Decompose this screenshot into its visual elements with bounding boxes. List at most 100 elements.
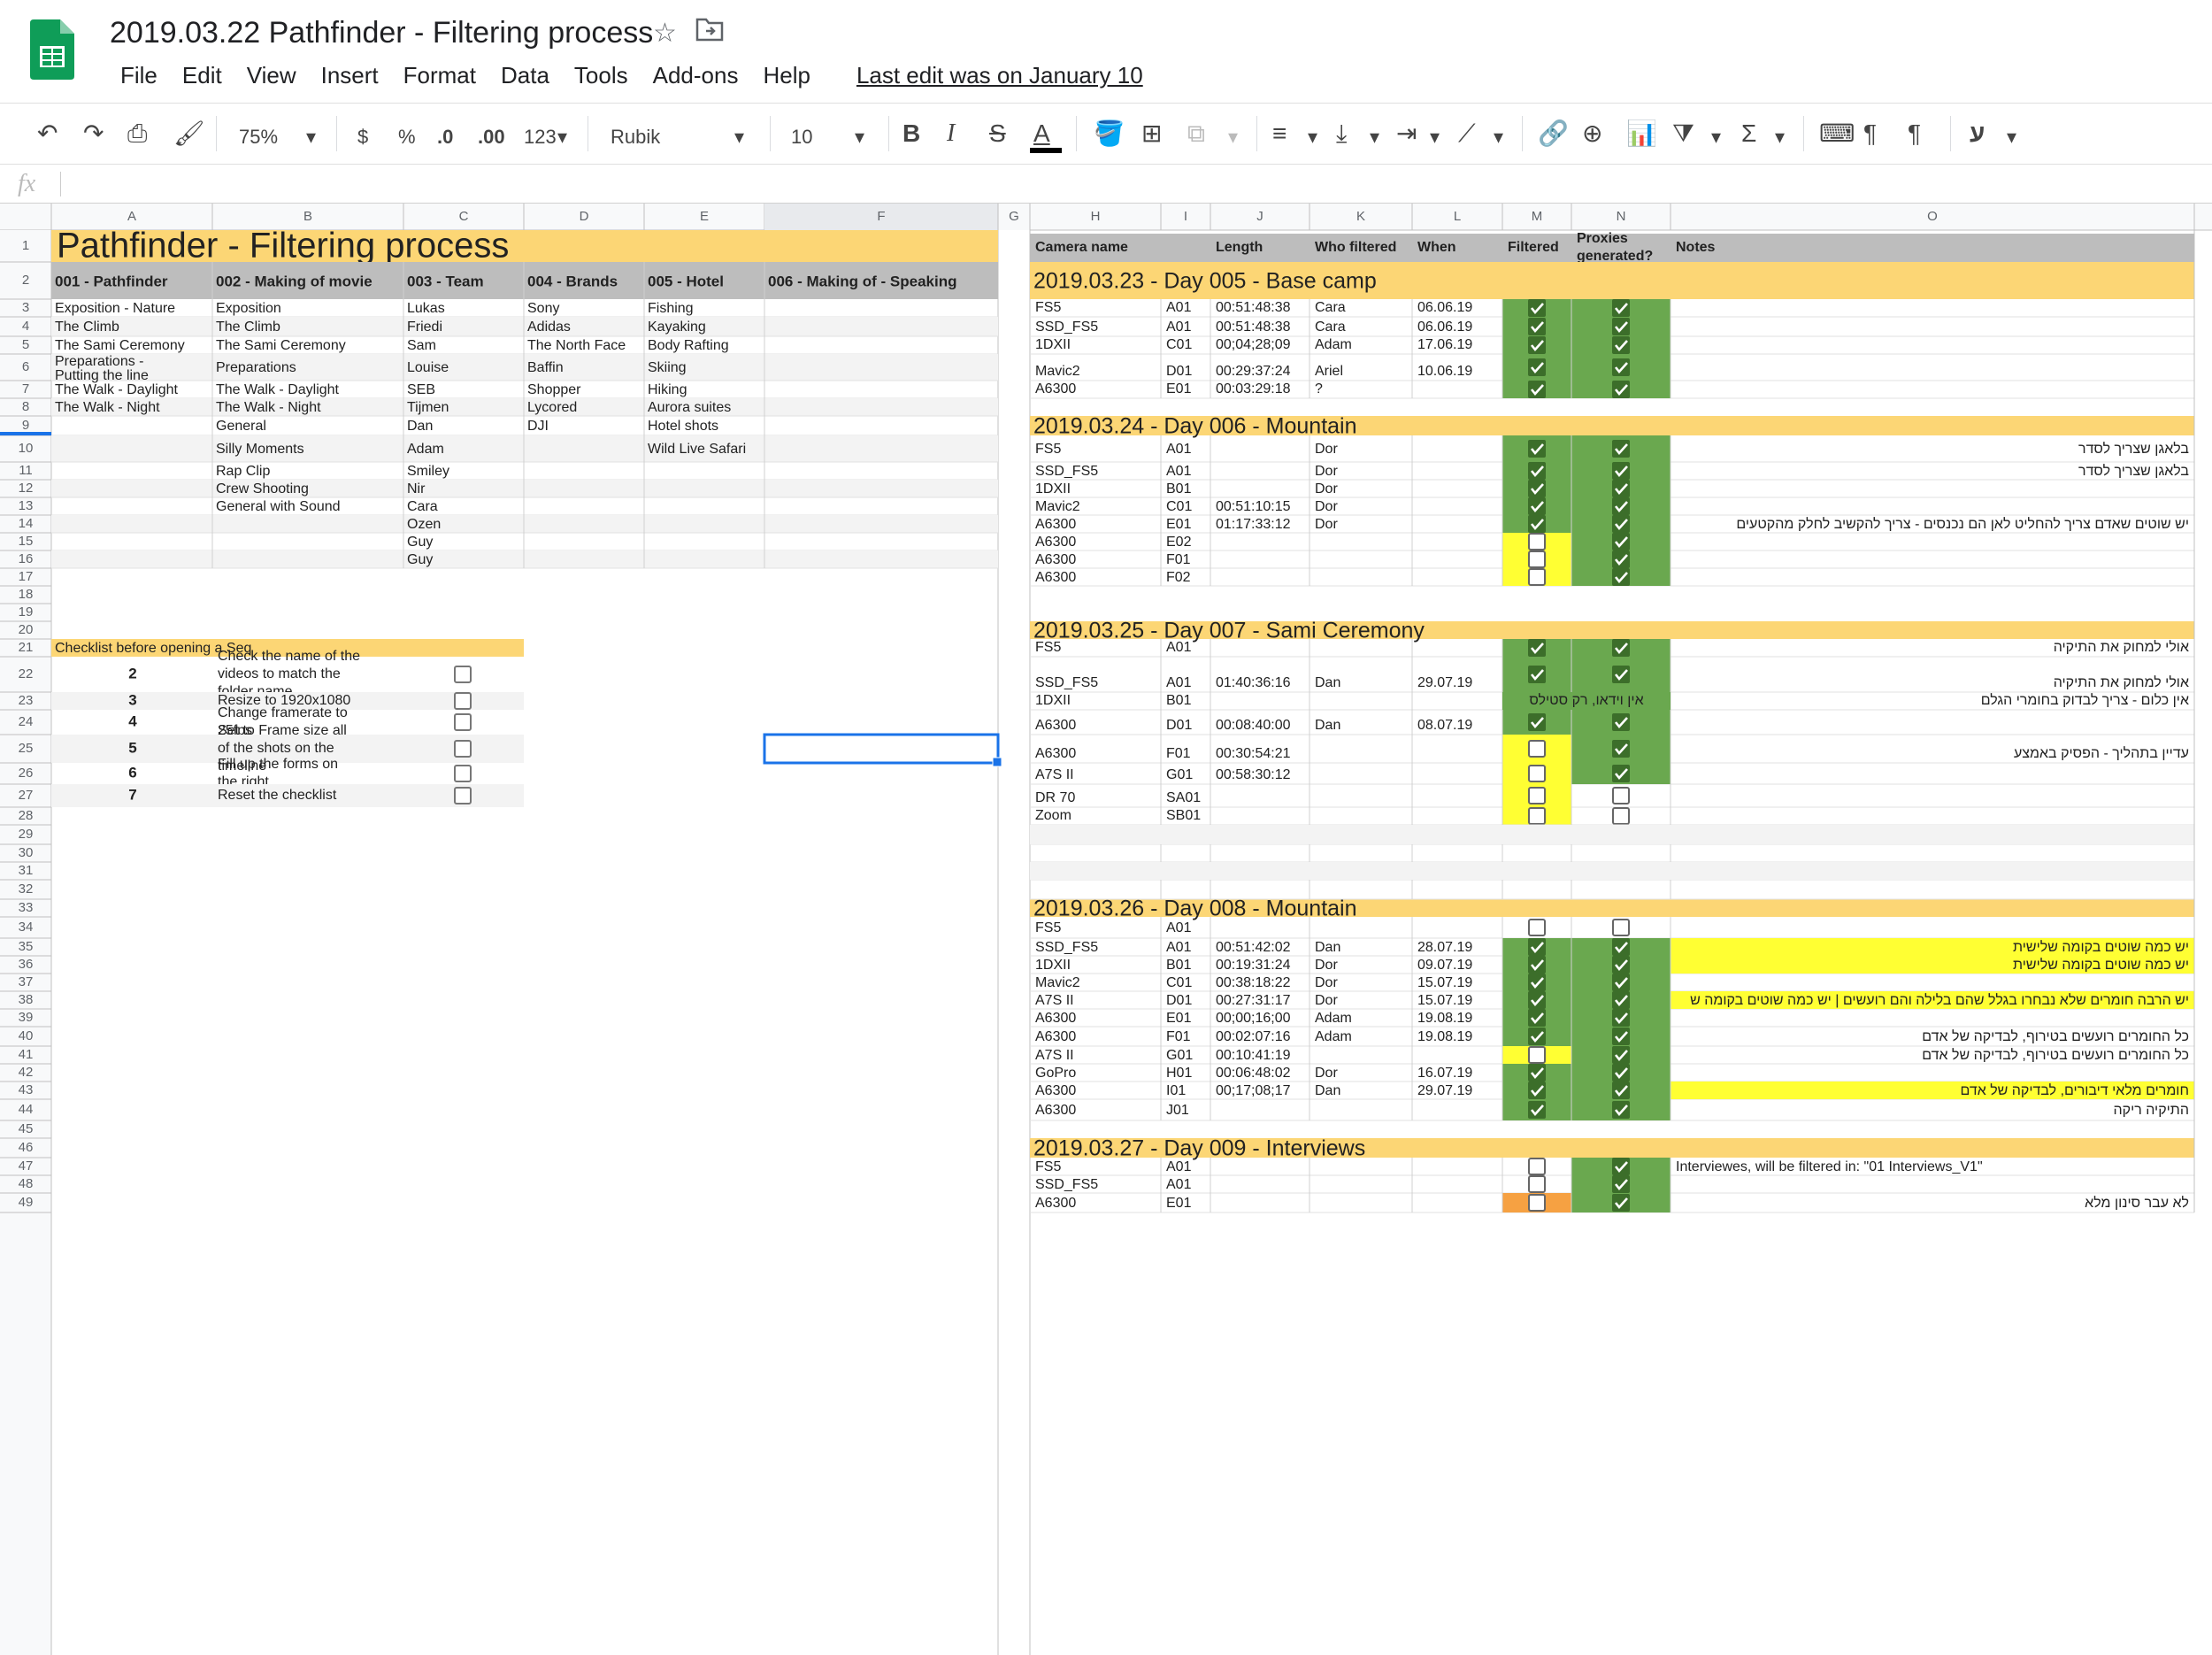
percent-format-button[interactable]: %: [398, 121, 416, 153]
checked-checkbox[interactable]: [1528, 639, 1546, 657]
checked-checkbox[interactable]: [1528, 938, 1546, 956]
merge-cells-icon[interactable]: ⧉: [1187, 118, 1205, 150]
unchecked-checkbox[interactable]: [1528, 550, 1546, 568]
print-icon[interactable]: ⎙: [127, 118, 147, 150]
text-wrapping-icon[interactable]: ⇥: [1396, 118, 1417, 150]
checked-checkbox[interactable]: [1612, 666, 1630, 683]
chevron-down-icon[interactable]: ▾: [855, 121, 864, 153]
borders-icon[interactable]: ⊞: [1141, 118, 1162, 150]
checked-checkbox[interactable]: [1612, 1028, 1630, 1045]
unchecked-checkbox[interactable]: [1612, 787, 1630, 804]
checked-checkbox[interactable]: [1612, 1046, 1630, 1064]
chevron-down-icon[interactable]: ▾: [2007, 121, 2016, 153]
checklist-checkbox[interactable]: [454, 765, 472, 782]
filter-icon[interactable]: ⧩: [1672, 118, 1694, 150]
fill-color-icon[interactable]: 🪣: [1094, 118, 1125, 150]
checked-checkbox[interactable]: [1528, 713, 1546, 731]
checked-checkbox[interactable]: [1612, 740, 1630, 758]
bold-icon[interactable]: B: [902, 118, 920, 150]
checklist-checkbox[interactable]: [454, 787, 472, 804]
chevron-down-icon[interactable]: ▾: [1711, 121, 1721, 153]
checked-checkbox[interactable]: [1612, 1194, 1630, 1212]
hebrew-input-icon[interactable]: ע: [1970, 118, 1985, 150]
last-edit-link[interactable]: Last edit was on January 10: [844, 62, 1156, 92]
chevron-down-icon[interactable]: ▾: [1308, 121, 1317, 153]
checked-checkbox[interactable]: [1528, 318, 1546, 335]
fill-handle[interactable]: [992, 757, 1002, 767]
checked-checkbox[interactable]: [1612, 1158, 1630, 1175]
document-title[interactable]: 2019.03.22 Pathfinder - Filtering proces…: [110, 16, 653, 50]
checked-checkbox[interactable]: [1612, 765, 1630, 782]
checked-checkbox[interactable]: [1528, 956, 1546, 974]
unchecked-checkbox[interactable]: [1528, 1194, 1546, 1212]
menu-edit[interactable]: Edit: [170, 62, 234, 92]
menu-data[interactable]: Data: [488, 62, 562, 92]
checked-checkbox[interactable]: [1528, 358, 1546, 376]
move-folder-icon[interactable]: [695, 16, 724, 49]
rtl-icon[interactable]: ¶: [1908, 118, 1921, 150]
insert-comment-icon[interactable]: ⊕: [1582, 118, 1602, 150]
paint-format-icon[interactable]: 🖌: [173, 118, 205, 150]
undo-icon[interactable]: ↶: [37, 118, 58, 150]
font-family-select[interactable]: Rubik: [611, 121, 660, 153]
checked-checkbox[interactable]: [1612, 938, 1630, 956]
text-rotation-icon[interactable]: ⟋: [1458, 118, 1476, 150]
checked-checkbox[interactable]: [1612, 462, 1630, 480]
redo-icon[interactable]: ↷: [83, 118, 104, 150]
functions-icon[interactable]: Σ: [1741, 118, 1756, 150]
unchecked-checkbox[interactable]: [1612, 807, 1630, 825]
checked-checkbox[interactable]: [1612, 358, 1630, 376]
unchecked-checkbox[interactable]: [1528, 568, 1546, 586]
input-tools-icon[interactable]: ⌨: [1819, 118, 1855, 150]
chevron-down-icon[interactable]: ▾: [734, 121, 744, 153]
menu-tools[interactable]: Tools: [562, 62, 641, 92]
chevron-down-icon[interactable]: ▾: [1430, 121, 1440, 153]
checked-checkbox[interactable]: [1528, 1028, 1546, 1045]
menu-help[interactable]: Help: [750, 62, 822, 92]
checked-checkbox[interactable]: [1528, 497, 1546, 515]
chevron-down-icon[interactable]: ▾: [557, 121, 567, 153]
checked-checkbox[interactable]: [1612, 568, 1630, 586]
menu-format[interactable]: Format: [391, 62, 488, 92]
checked-checkbox[interactable]: [1612, 1009, 1630, 1027]
insert-link-icon[interactable]: 🔗: [1538, 118, 1569, 150]
sheets-logo-icon[interactable]: [30, 19, 74, 80]
menu-addons[interactable]: Add-ons: [641, 62, 751, 92]
checked-checkbox[interactable]: [1612, 1082, 1630, 1099]
checked-checkbox[interactable]: [1612, 1101, 1630, 1119]
checked-checkbox[interactable]: [1612, 713, 1630, 731]
checked-checkbox[interactable]: [1528, 336, 1546, 354]
checked-checkbox[interactable]: [1612, 440, 1630, 458]
checklist-checkbox[interactable]: [454, 666, 472, 683]
chevron-down-icon[interactable]: ▾: [1775, 121, 1785, 153]
unchecked-checkbox[interactable]: [1528, 807, 1546, 825]
unchecked-checkbox[interactable]: [1528, 1175, 1546, 1193]
zoom-select[interactable]: 75%: [239, 121, 278, 153]
checked-checkbox[interactable]: [1528, 1101, 1546, 1119]
insert-chart-icon[interactable]: 📊: [1626, 118, 1657, 150]
checked-checkbox[interactable]: [1612, 639, 1630, 657]
font-size-select[interactable]: 10: [791, 121, 812, 153]
checked-checkbox[interactable]: [1528, 1082, 1546, 1099]
checked-checkbox[interactable]: [1612, 1175, 1630, 1193]
checked-checkbox[interactable]: [1612, 956, 1630, 974]
checked-checkbox[interactable]: [1528, 515, 1546, 533]
unchecked-checkbox[interactable]: [1612, 919, 1630, 936]
checked-checkbox[interactable]: [1612, 1064, 1630, 1082]
checked-checkbox[interactable]: [1528, 480, 1546, 497]
unchecked-checkbox[interactable]: [1528, 740, 1546, 758]
formula-input[interactable]: [71, 170, 2194, 198]
chevron-down-icon[interactable]: ▾: [1494, 121, 1503, 153]
menu-view[interactable]: View: [234, 62, 309, 92]
checked-checkbox[interactable]: [1612, 497, 1630, 515]
checked-checkbox[interactable]: [1612, 299, 1630, 317]
more-formats-button[interactable]: 123: [524, 121, 557, 153]
unchecked-checkbox[interactable]: [1528, 765, 1546, 782]
vertical-align-icon[interactable]: ⤓: [1336, 118, 1347, 150]
menu-file[interactable]: File: [108, 62, 170, 92]
checked-checkbox[interactable]: [1528, 299, 1546, 317]
currency-format-button[interactable]: $: [357, 121, 368, 153]
horizontal-align-icon[interactable]: ≡: [1272, 118, 1286, 150]
sheet-canvas[interactable]: A B C D E F G H I J K L M N O1234567891011121314151617…: [0, 204, 2212, 1655]
increase-decimal-button[interactable]: .00: [478, 121, 505, 153]
